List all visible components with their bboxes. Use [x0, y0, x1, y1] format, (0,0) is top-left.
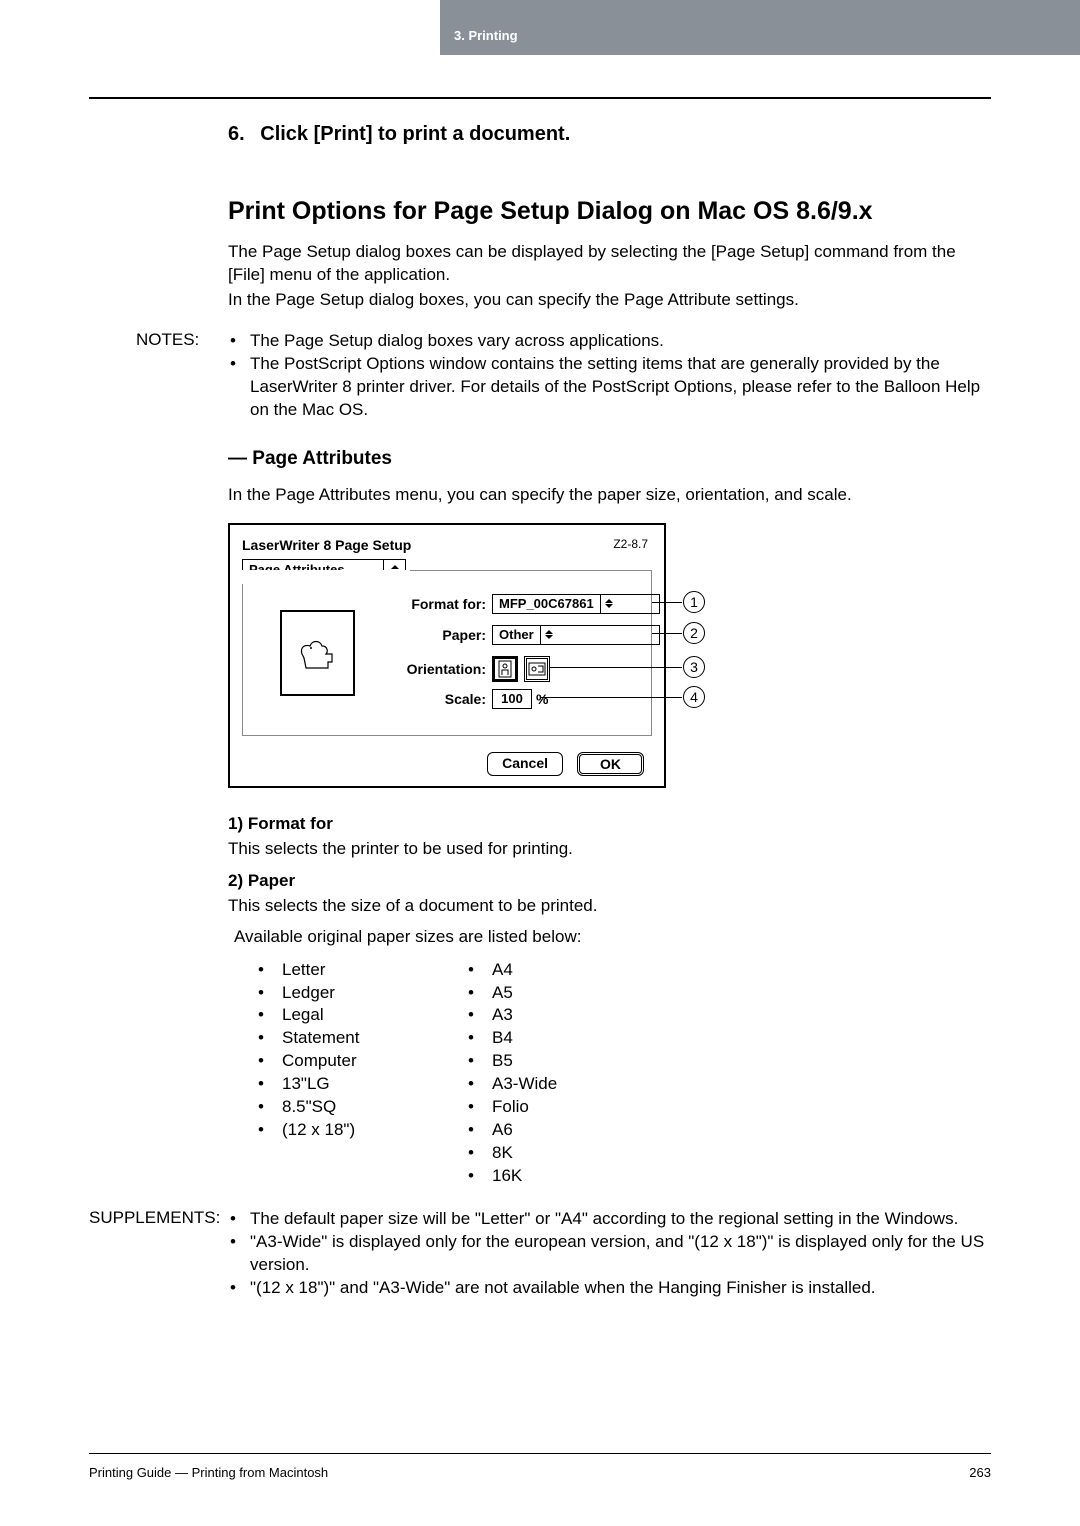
cancel-button[interactable]: Cancel: [487, 752, 563, 776]
def-body-2b: Available original paper sizes are liste…: [234, 926, 991, 949]
def-body-1: This selects the printer to be used for …: [228, 838, 991, 861]
paper-size-item: A3-Wide: [462, 1073, 672, 1096]
paper-size-item: B5: [462, 1050, 672, 1073]
paper-size-item: A4: [462, 959, 672, 982]
paper-size-item: B4: [462, 1027, 672, 1050]
callout-3: 3: [683, 656, 705, 678]
callout-2: 2: [683, 622, 705, 644]
paper-value: Other: [493, 627, 540, 642]
paper-select[interactable]: Other: [492, 625, 660, 645]
def-heading-1: 1) Format for: [228, 814, 991, 834]
notes-label: NOTES:: [89, 330, 228, 350]
scale-input[interactable]: 100: [492, 689, 532, 709]
supplement-item: "(12 x 18")" and "A3-Wide" are not avail…: [228, 1277, 991, 1300]
paper-label: Paper:: [406, 627, 486, 643]
supplements-label: SUPPLEMENTS:: [89, 1208, 228, 1228]
paper-sizes-columns: Letter Ledger Legal Statement Computer 1…: [252, 959, 991, 1188]
format-for-label: Format for:: [406, 596, 486, 612]
horizontal-rule-bottom: [89, 1453, 991, 1454]
paper-size-item: Letter: [252, 959, 462, 982]
paper-size-item: Computer: [252, 1050, 462, 1073]
dog-icon: [298, 634, 338, 669]
section-heading: Print Options for Page Setup Dialog on M…: [228, 196, 991, 227]
step-number: 6.: [228, 123, 245, 145]
format-for-select[interactable]: MFP_00C67861: [492, 594, 660, 614]
paper-size-item: 13"LG: [252, 1073, 462, 1096]
intro-paragraph-1: The Page Setup dialog boxes can be displ…: [228, 241, 991, 287]
paper-size-item: 8.5"SQ: [252, 1096, 462, 1119]
paper-size-item: A3: [462, 1004, 672, 1027]
supplement-item: The default paper size will be "Letter" …: [228, 1208, 991, 1231]
paper-size-item: Statement: [252, 1027, 462, 1050]
callout-leader: [652, 633, 682, 634]
note-item: The PostScript Options window contains t…: [228, 353, 991, 422]
step-line: 6. Click [Print] to print a document.: [228, 123, 991, 146]
callout-leader: [550, 667, 682, 668]
paper-size-item: Folio: [462, 1096, 672, 1119]
supplements-list: The default paper size will be "Letter" …: [228, 1208, 991, 1300]
paper-size-item: 16K: [462, 1165, 672, 1188]
page-setup-dialog: LaserWriter 8 Page Setup Z2-8.7 Page Att…: [228, 523, 666, 788]
intro-paragraph-2: In the Page Setup dialog boxes, you can …: [228, 289, 991, 312]
paper-size-item: (12 x 18"): [252, 1119, 462, 1142]
ok-button[interactable]: OK: [577, 752, 644, 776]
paper-size-item: A5: [462, 982, 672, 1005]
attr-intro: In the Page Attributes menu, you can spe…: [228, 484, 991, 507]
footer-left: Printing Guide — Printing from Macintosh: [89, 1465, 328, 1480]
callout-leader: [540, 697, 682, 698]
callout-4: 4: [683, 686, 705, 708]
paper-sizes-col2: A4 A5 A3 B4 B5 A3-Wide Folio A6 8K 16K: [462, 959, 672, 1188]
chapter-tab: 3. Printing: [454, 28, 518, 43]
scale-label: Scale:: [406, 691, 486, 707]
dialog-version: Z2-8.7: [613, 537, 648, 551]
supplement-item: "A3-Wide" is displayed only for the euro…: [228, 1231, 991, 1277]
note-item: The Page Setup dialog boxes vary across …: [228, 330, 991, 353]
notes-list: The Page Setup dialog boxes vary across …: [228, 330, 991, 422]
footer-page-number: 263: [969, 1465, 991, 1480]
chevron-updown-icon: [600, 595, 618, 613]
chevron-updown-icon: [540, 626, 558, 644]
orientation-landscape-button[interactable]: [524, 656, 550, 682]
paper-size-item: 8K: [462, 1142, 672, 1165]
orientation-portrait-button[interactable]: [492, 656, 518, 682]
paper-size-item: Legal: [252, 1004, 462, 1027]
page-preview: [280, 610, 355, 696]
paper-sizes-col1: Letter Ledger Legal Statement Computer 1…: [252, 959, 462, 1188]
callout-leader: [652, 602, 682, 603]
callout-1: 1: [683, 591, 705, 613]
def-body-2: This selects the size of a document to b…: [228, 895, 991, 918]
scale-unit: %: [536, 691, 548, 707]
def-heading-2: 2) Paper: [228, 871, 991, 891]
step-text: Click [Print] to print a document.: [260, 123, 570, 145]
orientation-label: Orientation:: [406, 661, 486, 677]
paper-size-item: A6: [462, 1119, 672, 1142]
subsection-heading: — Page Attributes: [228, 448, 991, 470]
format-for-value: MFP_00C67861: [493, 596, 600, 611]
page-setup-dialog-figure: LaserWriter 8 Page Setup Z2-8.7 Page Att…: [228, 523, 706, 788]
paper-size-item: Ledger: [252, 982, 462, 1005]
dialog-title: LaserWriter 8 Page Setup: [242, 537, 411, 553]
